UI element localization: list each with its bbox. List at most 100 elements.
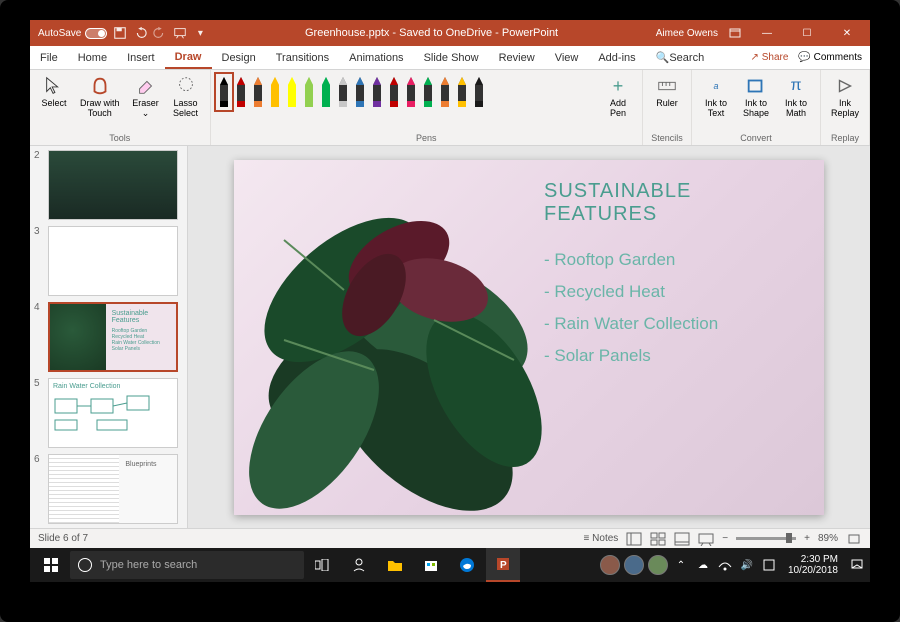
pen-color-13[interactable] bbox=[438, 75, 452, 109]
tab-slideshow[interactable]: Slide Show bbox=[414, 46, 489, 69]
sorter-view-icon[interactable] bbox=[650, 532, 666, 546]
tab-view[interactable]: View bbox=[545, 46, 589, 69]
start-button[interactable] bbox=[34, 548, 68, 582]
tab-transitions[interactable]: Transitions bbox=[266, 46, 339, 69]
maximize-button[interactable]: ☐ bbox=[792, 28, 822, 39]
ink-replay-button[interactable]: Ink Replay bbox=[827, 73, 863, 131]
tab-draw[interactable]: Draw bbox=[165, 46, 212, 69]
ink-to-math-button[interactable]: π Ink to Math bbox=[778, 73, 814, 131]
reading-view-icon[interactable] bbox=[674, 532, 690, 546]
slide-title[interactable]: SUSTAINABLE FEATURES bbox=[544, 180, 804, 226]
pen-color-14[interactable] bbox=[455, 75, 469, 109]
slideshow-view-icon[interactable] bbox=[698, 532, 714, 546]
add-pen-button[interactable]: + Add Pen bbox=[600, 73, 636, 131]
undo-icon[interactable] bbox=[133, 26, 147, 40]
share-button[interactable]: ↗ Share bbox=[751, 52, 789, 63]
pen-color-2[interactable] bbox=[251, 75, 265, 109]
notes-button[interactable]: ≡ Notes bbox=[584, 533, 619, 544]
thumbnail-5[interactable]: Rain Water Collection bbox=[48, 378, 178, 448]
network-icon[interactable] bbox=[716, 548, 734, 582]
customize-qat-icon[interactable]: ▾ bbox=[193, 26, 207, 40]
tray-up-icon[interactable]: ⌃ bbox=[672, 548, 690, 582]
tab-search[interactable]: 🔍 Search bbox=[646, 46, 715, 69]
tab-addins[interactable]: Add-ins bbox=[588, 46, 645, 69]
tab-animations[interactable]: Animations bbox=[339, 46, 413, 69]
ribbon-options-icon[interactable] bbox=[728, 26, 742, 40]
ruler-button[interactable]: Ruler bbox=[649, 73, 685, 131]
user-name[interactable]: Aimee Owens bbox=[656, 28, 718, 39]
taskbar-avatar[interactable] bbox=[648, 555, 668, 575]
save-icon[interactable] bbox=[113, 26, 127, 40]
edge-icon[interactable] bbox=[450, 548, 484, 582]
thumbnail-6[interactable]: Blueprints bbox=[48, 454, 178, 524]
zoom-out-button[interactable]: − bbox=[722, 533, 728, 544]
pen-color-1[interactable] bbox=[234, 75, 248, 109]
eraser-button[interactable]: Eraser⌄ bbox=[128, 73, 164, 131]
slide-bullet[interactable]: - Solar Panels bbox=[544, 346, 804, 366]
pens-group-label: Pens bbox=[217, 131, 636, 143]
select-button[interactable]: Select bbox=[36, 73, 72, 131]
tab-file[interactable]: File bbox=[30, 46, 68, 69]
close-button[interactable]: ✕ bbox=[832, 28, 862, 39]
lasso-button[interactable]: Lasso Select bbox=[168, 73, 204, 131]
ink-to-shape-button[interactable]: Ink to Shape bbox=[738, 73, 774, 131]
slide-canvas[interactable]: SUSTAINABLE FEATURES - Rooftop Garden - … bbox=[188, 146, 870, 528]
tab-review[interactable]: Review bbox=[489, 46, 545, 69]
task-view-icon[interactable] bbox=[306, 548, 340, 582]
status-bar: Slide 6 of 7 ≡ Notes − + 89% bbox=[30, 528, 870, 548]
replay-icon bbox=[834, 75, 856, 97]
pen-color-11[interactable] bbox=[404, 75, 418, 109]
tab-home[interactable]: Home bbox=[68, 46, 117, 69]
tab-design[interactable]: Design bbox=[212, 46, 266, 69]
input-icon[interactable] bbox=[760, 548, 778, 582]
slide[interactable]: SUSTAINABLE FEATURES - Rooftop Garden - … bbox=[234, 160, 824, 515]
autosave-toggle[interactable]: AutoSave bbox=[38, 28, 107, 39]
svg-text:P: P bbox=[500, 560, 507, 571]
pen-color-0[interactable] bbox=[217, 75, 231, 109]
plant-image bbox=[234, 160, 584, 515]
redo-icon[interactable] bbox=[153, 26, 167, 40]
taskbar-avatar[interactable] bbox=[624, 555, 644, 575]
tools-group-label: Tools bbox=[36, 131, 204, 143]
pen-color-9[interactable] bbox=[370, 75, 384, 109]
fit-to-window-icon[interactable] bbox=[846, 532, 862, 546]
powerpoint-icon[interactable]: P bbox=[486, 548, 520, 582]
thumbnail-3[interactable] bbox=[48, 226, 178, 296]
normal-view-icon[interactable] bbox=[626, 532, 642, 546]
taskbar-avatar[interactable] bbox=[600, 555, 620, 575]
onedrive-icon[interactable]: ☁ bbox=[694, 548, 712, 582]
slide-bullet[interactable]: - Rain Water Collection bbox=[544, 314, 804, 334]
stencils-group-label: Stencils bbox=[649, 131, 685, 143]
ink-to-text-button[interactable]: a Ink to Text bbox=[698, 73, 734, 131]
tab-insert[interactable]: Insert bbox=[117, 46, 165, 69]
zoom-level[interactable]: 89% bbox=[818, 533, 838, 544]
lasso-icon bbox=[175, 75, 197, 97]
slide-thumbnails[interactable]: 2 3 4Sustainable FeaturesRooftop GardenR… bbox=[30, 146, 188, 528]
people-icon[interactable] bbox=[342, 548, 376, 582]
present-icon[interactable] bbox=[173, 26, 187, 40]
notifications-icon[interactable] bbox=[848, 548, 866, 582]
thumbnail-2[interactable] bbox=[48, 150, 178, 220]
thumbnail-4[interactable]: Sustainable FeaturesRooftop GardenRecycl… bbox=[48, 302, 178, 372]
taskbar-clock[interactable]: 2:30 PM 10/20/2018 bbox=[782, 554, 844, 576]
minimize-button[interactable]: — bbox=[752, 28, 782, 39]
volume-icon[interactable]: 🔊 bbox=[738, 548, 756, 582]
pen-color-12[interactable] bbox=[421, 75, 435, 109]
slide-bullet[interactable]: - Recycled Heat bbox=[544, 282, 804, 302]
pen-color-15[interactable] bbox=[472, 75, 486, 109]
slide-bullet[interactable]: - Rooftop Garden bbox=[544, 250, 804, 270]
pen-color-4[interactable] bbox=[285, 75, 299, 109]
zoom-in-button[interactable]: + bbox=[804, 533, 810, 544]
pen-color-6[interactable] bbox=[319, 75, 333, 109]
pen-color-10[interactable] bbox=[387, 75, 401, 109]
comments-button[interactable]: 💬 Comments bbox=[798, 52, 862, 63]
pen-color-5[interactable] bbox=[302, 75, 316, 109]
pen-color-8[interactable] bbox=[353, 75, 367, 109]
pen-color-7[interactable] bbox=[336, 75, 350, 109]
taskbar-search[interactable]: Type here to search bbox=[70, 551, 304, 579]
store-icon[interactable] bbox=[414, 548, 448, 582]
file-explorer-icon[interactable] bbox=[378, 548, 412, 582]
pen-color-3[interactable] bbox=[268, 75, 282, 109]
zoom-slider[interactable] bbox=[736, 537, 796, 540]
draw-touch-button[interactable]: Draw with Touch bbox=[76, 73, 124, 131]
